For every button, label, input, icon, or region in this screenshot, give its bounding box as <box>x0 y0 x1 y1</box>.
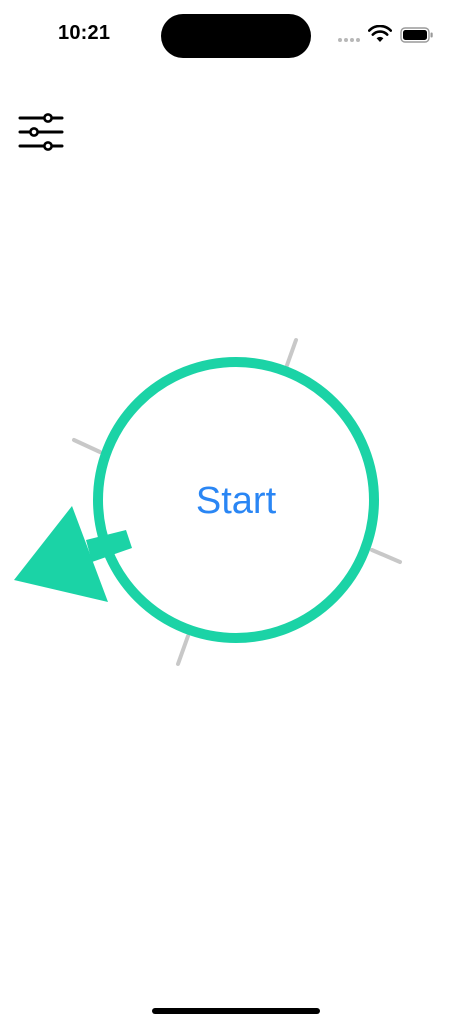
sliders-icon <box>18 113 64 151</box>
tick-top <box>284 338 298 370</box>
dynamic-island <box>161 14 311 58</box>
settings-button[interactable] <box>14 108 68 156</box>
status-bar: 10:21 <box>0 0 472 72</box>
tick-right <box>370 548 402 564</box>
home-indicator[interactable] <box>152 1008 320 1014</box>
tick-left <box>72 438 102 454</box>
battery-icon <box>400 27 433 43</box>
tick-bottom <box>176 634 190 666</box>
start-button[interactable]: Start <box>160 470 312 532</box>
status-time: 10:21 <box>58 22 111 44</box>
app-screen: 10:21 Start <box>0 0 472 1024</box>
wifi-icon <box>368 25 392 42</box>
cellular-signal-icon <box>338 38 362 44</box>
arrow-pointer-icon[interactable] <box>14 506 132 602</box>
